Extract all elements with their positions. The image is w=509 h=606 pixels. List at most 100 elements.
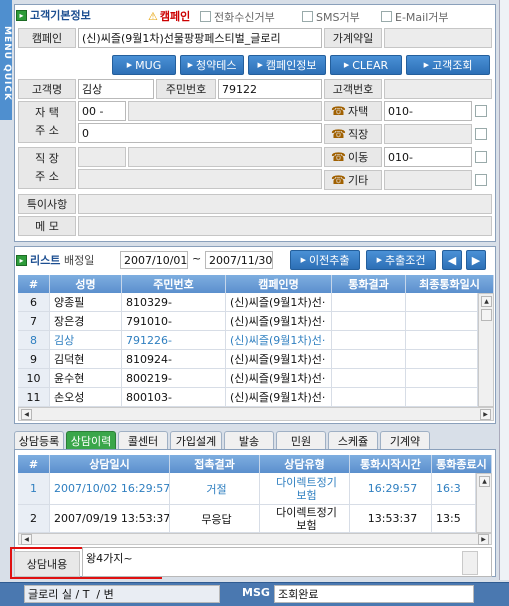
home-addr1-field[interactable] bbox=[128, 101, 322, 121]
table-row[interactable]: 11 손오성 800103- (신)씨즐(9월1차)선· bbox=[18, 388, 478, 407]
customer-number-field[interactable] bbox=[384, 79, 492, 99]
list-hscrollbar[interactable]: ◀ ▶ bbox=[18, 407, 494, 421]
notes-field[interactable] bbox=[78, 194, 492, 214]
col-header[interactable]: 통화시작시간 bbox=[350, 455, 432, 473]
mug-button[interactable]: ▶ MUG bbox=[112, 55, 176, 75]
home-zip-field[interactable]: 00 - bbox=[78, 101, 126, 121]
tel-mobile-field[interactable]: 010- bbox=[384, 147, 472, 167]
list-vscrollbar[interactable]: ▲ bbox=[478, 293, 494, 407]
campaign-flag: ⚠ 캠페인 bbox=[148, 9, 191, 24]
table-row-selected[interactable]: 8 김상 791226- (신)씨즐(9월1차)선· bbox=[18, 331, 478, 350]
scroll-right-icon[interactable]: ▶ bbox=[480, 408, 491, 420]
col-header[interactable]: 캠페인명 bbox=[226, 275, 332, 293]
history-vscrollbar[interactable]: ▲ bbox=[476, 473, 492, 533]
date-from-field[interactable]: 2007/10/01 bbox=[120, 251, 188, 269]
col-header[interactable]: 성명 bbox=[50, 275, 122, 293]
opt-email-checkbox[interactable]: E-Mail거부 bbox=[381, 9, 449, 25]
tel-mobile-label: ☎ 이동 bbox=[324, 147, 382, 167]
rrn-field[interactable]: 79122 bbox=[218, 79, 322, 99]
scroll-left-icon[interactable]: ◀ bbox=[21, 533, 32, 545]
col-header[interactable]: # bbox=[18, 275, 50, 293]
msg-field: 조회완료 bbox=[274, 585, 474, 603]
list-grid-body: 6 양종필 810329- (신)씨즐(9월1차)선· 7 장은경 791010- (신)씨… bbox=[18, 293, 478, 407]
scroll-left-icon[interactable]: ◀ bbox=[21, 408, 32, 420]
col-header[interactable]: # bbox=[18, 455, 50, 473]
tel-etc-checkbox[interactable] bbox=[475, 174, 487, 186]
scroll-right-icon[interactable]: ▶ bbox=[478, 533, 489, 545]
scroll-up-icon[interactable]: ▲ bbox=[481, 296, 492, 307]
table-row[interactable]: 10 윤수현 800219- (신)씨즐(9월1차)선· bbox=[18, 369, 478, 388]
date-to-field[interactable]: 2007/11/30 bbox=[205, 251, 273, 269]
agent-info-field: 글로리 실 / T / 변 bbox=[24, 585, 220, 603]
menu-quick-tab[interactable]: MENU QUICK bbox=[0, 0, 12, 120]
home-address-label: 자 택 주 소 bbox=[18, 101, 76, 143]
tab-consult-register[interactable]: 상담등록 bbox=[14, 431, 64, 449]
tel-etc-label: ☎ 기타 bbox=[324, 170, 382, 190]
table-row[interactable]: 9 김덕현 810924- (신)씨즐(9월1차)선· bbox=[18, 350, 478, 369]
arrow-icon: ▸ bbox=[16, 254, 27, 266]
msg-label: MSG bbox=[242, 586, 270, 599]
table-row[interactable]: 6 양종필 810329- (신)씨즐(9월1차)선· bbox=[18, 293, 478, 312]
table-row[interactable]: 7 장은경 791010- (신)씨즐(9월1차)선· bbox=[18, 312, 478, 331]
scroll-thumb[interactable] bbox=[481, 309, 492, 321]
opt-call-checkbox[interactable]: 전화수신거부 bbox=[200, 9, 275, 25]
memo-label: 메 모 bbox=[18, 216, 76, 236]
content-vscrollbar[interactable] bbox=[462, 551, 478, 575]
list-title: ▸ 리스트 bbox=[16, 252, 60, 268]
phone-icon: ☎ bbox=[331, 104, 346, 118]
tel-work-checkbox[interactable] bbox=[475, 128, 487, 140]
prev-extract-button[interactable]: ▶ 이전추출 bbox=[290, 250, 360, 270]
col-header[interactable]: 최종통화일시 bbox=[406, 275, 494, 293]
warning-icon: ⚠ bbox=[148, 9, 158, 23]
customer-search-button[interactable]: ▶ 고객조회 bbox=[406, 55, 490, 75]
col-header[interactable]: 접촉결과 bbox=[170, 455, 260, 473]
home-addr2-field[interactable]: 0 bbox=[78, 123, 322, 143]
consult-content-label: 상담내용 bbox=[14, 551, 80, 577]
work-zip-field[interactable] bbox=[78, 147, 126, 167]
subscription-test-button[interactable]: ▶ 청약테스 bbox=[180, 55, 244, 75]
tel-home-label: ☎ 자택 bbox=[324, 101, 382, 121]
phone-icon: ☎ bbox=[331, 150, 346, 164]
tab-consult-history[interactable]: 상담이력 bbox=[66, 431, 116, 449]
table-row-selected[interactable]: 1 2007/10/02 16:29:57 거절 다이렉트정기 보험 16:29… bbox=[18, 473, 476, 505]
list-grid-header: # 성명 주민번호 캠페인명 통화결과 최종통화일시 bbox=[18, 275, 494, 293]
col-header[interactable]: 상담일시 bbox=[50, 455, 170, 473]
tab-send[interactable]: 발송 bbox=[224, 431, 274, 449]
name-field[interactable]: 김상 bbox=[78, 79, 154, 99]
page-next-button[interactable]: ▶ bbox=[466, 250, 486, 270]
col-header[interactable]: 통화결과 bbox=[332, 275, 406, 293]
table-row[interactable]: 2 2007/09/19 13:53:37 무응답 다이렉트정기 보험 13:5… bbox=[18, 505, 476, 533]
period-label: 배정일 bbox=[64, 254, 95, 267]
name-label: 고객명 bbox=[18, 79, 76, 99]
opt-sms-checkbox[interactable]: SMS거부 bbox=[302, 9, 360, 25]
memo-field[interactable] bbox=[78, 216, 492, 236]
join-date-field[interactable] bbox=[384, 28, 492, 48]
tab-subscription-design[interactable]: 가입설계 bbox=[170, 431, 222, 449]
rrn-label: 주민번호 bbox=[156, 79, 216, 99]
consult-content-field[interactable]: 왕4가지~ bbox=[82, 547, 492, 577]
tab-schedule[interactable]: 스케쥴 bbox=[328, 431, 378, 449]
tel-home-field[interactable]: 010- bbox=[384, 101, 472, 121]
tel-home-checkbox[interactable] bbox=[475, 105, 487, 117]
clear-button[interactable]: ▶ CLEAR bbox=[330, 55, 402, 75]
campaign-label: 캠페인 bbox=[18, 28, 76, 48]
col-header[interactable]: 상담유형 bbox=[260, 455, 350, 473]
col-header[interactable]: 통화종료시 bbox=[432, 455, 492, 473]
campaign-info-button[interactable]: ▶ 캠페인정보 bbox=[248, 55, 326, 75]
scroll-up-icon[interactable]: ▲ bbox=[479, 476, 490, 487]
tab-callcenter[interactable]: 콜센터 bbox=[118, 431, 168, 449]
campaign-field[interactable]: (신)씨즐(9월1차)선물팡팡페스티벌_글로리 bbox=[78, 28, 322, 48]
col-header[interactable]: 주민번호 bbox=[122, 275, 226, 293]
tel-work-field[interactable] bbox=[384, 124, 472, 144]
tab-bar: 상담등록 상담이력 콜센터 가입설계 발송 민원 스케쥴 기계약 bbox=[14, 431, 430, 449]
tel-mobile-checkbox[interactable] bbox=[475, 151, 487, 163]
tab-complaint[interactable]: 민원 bbox=[276, 431, 326, 449]
phone-icon: ☎ bbox=[331, 127, 346, 141]
work-addr1-field[interactable] bbox=[128, 147, 322, 167]
extract-condition-button[interactable]: ▶ 추출조건 bbox=[366, 250, 436, 270]
work-addr2-field[interactable] bbox=[78, 169, 322, 189]
history-hscrollbar[interactable]: ◀ ▶ bbox=[18, 533, 492, 545]
tel-etc-field[interactable] bbox=[384, 170, 472, 190]
tab-existing-contract[interactable]: 기계약 bbox=[380, 431, 430, 449]
page-prev-button[interactable]: ◀ bbox=[442, 250, 462, 270]
